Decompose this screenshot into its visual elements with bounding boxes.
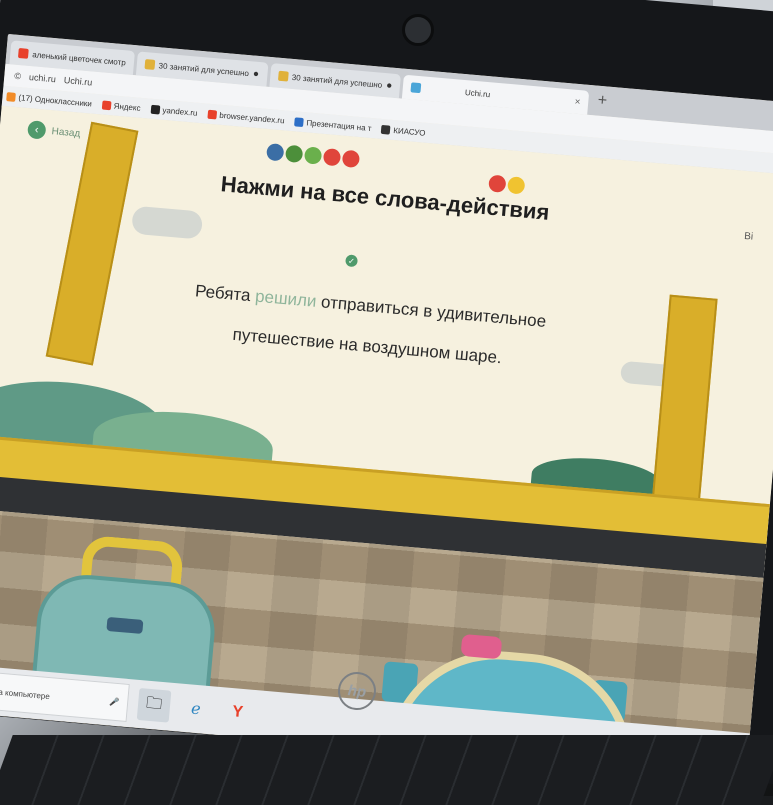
- graduation-cap-icon: [381, 124, 391, 135]
- yandex-icon: [101, 99, 112, 110]
- sentence-word[interactable]: в: [423, 301, 434, 321]
- webcam: [402, 14, 434, 46]
- sentence-word[interactable]: воздушном: [362, 336, 451, 363]
- image-icon: [294, 116, 304, 127]
- check-icon: ✓: [345, 254, 359, 268]
- task-title: Нажми на все слова-действия: [219, 171, 551, 225]
- tab-label: аленький цветочек смотр: [31, 49, 127, 67]
- close-tab-icon[interactable]: ×: [574, 96, 581, 107]
- keyboard: [0, 735, 773, 805]
- bookmark-label: (17) Одноклассники: [18, 92, 93, 109]
- page-favicon-icon: [277, 70, 289, 82]
- sentence-word[interactable]: решили: [254, 287, 317, 311]
- bookmark-browser-yandex[interactable]: browser.yandex.ru: [207, 109, 285, 125]
- bookmark-label: Презентация на т: [306, 117, 372, 133]
- bag-tag: [106, 616, 144, 634]
- sentence-word[interactable]: шаре.: [454, 344, 502, 367]
- yandex-icon[interactable]: Y: [220, 695, 255, 730]
- fruit-icon: [341, 149, 361, 169]
- fruit-icon: [507, 176, 526, 195]
- odnoklassniki-icon: [6, 91, 16, 102]
- progress-fruits-right: [488, 174, 526, 195]
- taskbar-search[interactable]: ндексе и на компьютере 🎤: [0, 668, 130, 722]
- audio-dot-icon: ●: [252, 68, 260, 80]
- new-tab-button[interactable]: +: [591, 91, 614, 111]
- cloud-left: [131, 205, 204, 240]
- tab-label: 30 занятий для успешно: [291, 72, 383, 90]
- fruit-icon: [266, 143, 285, 162]
- microphone-icon[interactable]: 🎤: [109, 697, 120, 707]
- yandex-icon: [207, 109, 217, 119]
- bookmark-label: yandex.ru: [162, 105, 198, 118]
- audio-dot-icon: ●: [385, 79, 393, 92]
- bookmark-label: browser.yandex.ru: [219, 110, 285, 125]
- taskbar-search-text: ндексе и на компьютере: [0, 684, 51, 701]
- sentence-word[interactable]: удивительное: [436, 302, 547, 330]
- address-title: Uchi.ru: [63, 75, 93, 88]
- back-button[interactable]: ‹ Назад: [27, 120, 81, 143]
- back-arrow-icon: ‹: [27, 120, 47, 140]
- bookmark-kiasuo[interactable]: КИАСУО: [381, 124, 426, 137]
- fruit-icon: [488, 174, 507, 193]
- bookmark-label: Яндекс: [113, 101, 141, 113]
- right-link[interactable]: Ві: [744, 231, 754, 243]
- explorer-icon[interactable]: 🗀: [136, 687, 172, 723]
- back-label: Назад: [51, 125, 81, 140]
- sentence-word[interactable]: путешествие: [232, 325, 335, 353]
- fruit-icon: [322, 147, 342, 167]
- bookmark-presentation[interactable]: Презентация на т: [294, 116, 372, 133]
- bookmark-label: КИАСУО: [393, 125, 426, 138]
- task-sentence: Ребята решили отправиться в удивительное…: [131, 266, 606, 387]
- backpack-top: [460, 633, 503, 660]
- bookmark-yandex[interactable]: Яндекс: [101, 99, 141, 113]
- fruit-icon: [284, 144, 304, 164]
- sentence-word[interactable]: на: [338, 334, 358, 355]
- sentence-word[interactable]: отправиться: [320, 292, 419, 319]
- tab-label: Uchi.ru: [464, 87, 491, 99]
- bookmark-odnoklassniki[interactable]: (17) Одноклассники: [6, 91, 93, 109]
- uchi-favicon-icon: [410, 82, 422, 94]
- laptop-screen: аленький цветочек смотр 30 занятий для у…: [0, 34, 773, 782]
- yandex-favicon-icon: [17, 47, 29, 59]
- address-url: uchi.ru: [28, 72, 57, 85]
- site-info-icon[interactable]: ©: [14, 71, 21, 82]
- progress-fruits-left: [266, 143, 361, 169]
- tab-label: 30 занятий для успешно: [158, 60, 250, 78]
- fruit-icon: [303, 146, 323, 165]
- sentence-word[interactable]: Ребята: [194, 281, 251, 305]
- page-favicon-icon: [144, 59, 156, 70]
- ie-icon[interactable]: ℯ: [179, 692, 214, 727]
- pole-left: [45, 121, 139, 366]
- bookmark-yandex-ru[interactable]: yandex.ru: [150, 104, 198, 117]
- yandex-d-icon: [150, 104, 160, 114]
- uchi-exercise-page: ‹ Назад Ві Нажми на все слова-действия ✓…: [0, 105, 773, 782]
